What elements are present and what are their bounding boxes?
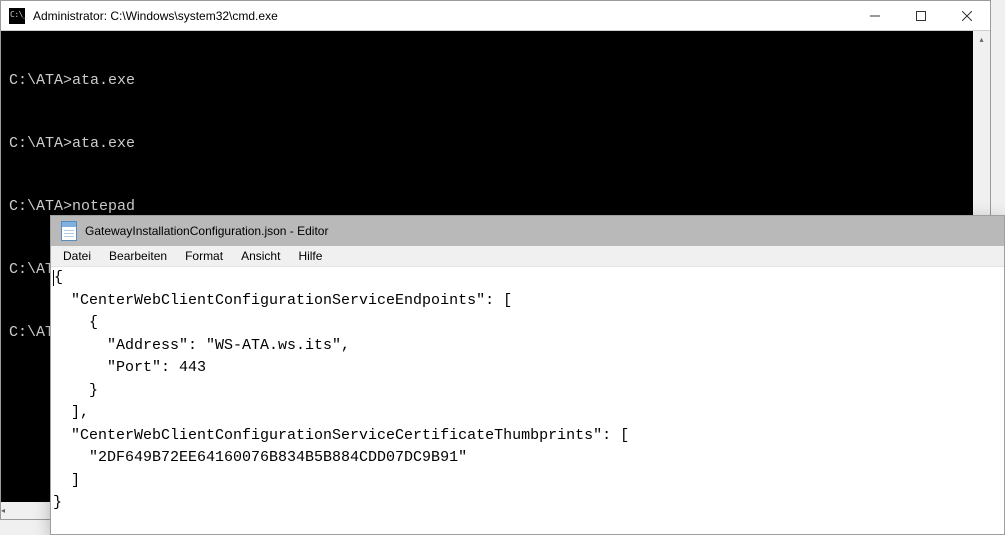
close-icon bbox=[962, 11, 972, 21]
minimize-button[interactable] bbox=[852, 1, 898, 30]
cmd-title: Administrator: C:\Windows\system32\cmd.e… bbox=[33, 9, 852, 23]
menu-file[interactable]: Datei bbox=[55, 247, 99, 265]
menu-format[interactable]: Format bbox=[177, 247, 231, 265]
maximize-icon bbox=[916, 11, 926, 21]
menu-edit[interactable]: Bearbeiten bbox=[101, 247, 175, 265]
scroll-up-button[interactable]: ▴ bbox=[973, 31, 990, 48]
cmd-window-controls bbox=[852, 1, 990, 30]
notepad-content: { "CenterWebClientConfigurationServiceEn… bbox=[53, 269, 629, 511]
close-button[interactable] bbox=[944, 1, 990, 30]
notepad-titlebar[interactable]: GatewayInstallationConfiguration.json - … bbox=[51, 216, 1004, 246]
notepad-text-area[interactable]: { "CenterWebClientConfigurationServiceEn… bbox=[51, 267, 1004, 534]
minimize-icon bbox=[870, 11, 880, 21]
notepad-title: GatewayInstallationConfiguration.json - … bbox=[85, 224, 328, 238]
menu-help[interactable]: Hilfe bbox=[290, 247, 330, 265]
menu-view[interactable]: Ansicht bbox=[233, 247, 288, 265]
notepad-icon bbox=[61, 221, 77, 241]
cmd-titlebar[interactable]: Administrator: C:\Windows\system32\cmd.e… bbox=[1, 1, 990, 31]
cmd-icon bbox=[9, 8, 25, 24]
notepad-menubar: Datei Bearbeiten Format Ansicht Hilfe bbox=[51, 246, 1004, 267]
maximize-button[interactable] bbox=[898, 1, 944, 30]
notepad-window: GatewayInstallationConfiguration.json - … bbox=[50, 215, 1005, 535]
